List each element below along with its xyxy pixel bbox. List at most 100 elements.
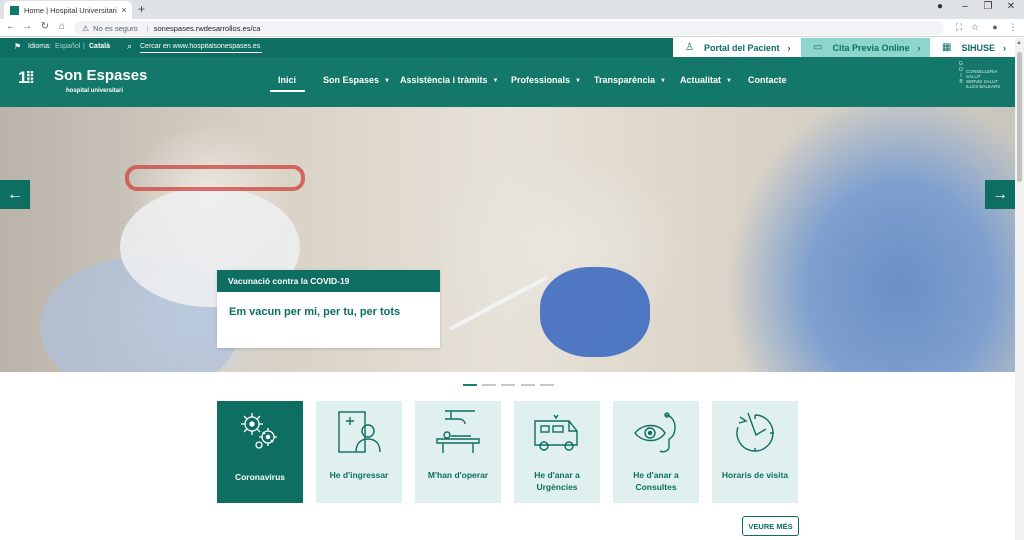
- son-espases-logo[interactable]: 1⁞⁞ Son Espases hospital universitari: [18, 66, 147, 98]
- cita-previa-link[interactable]: ▭ Cita Previa Online ›: [801, 38, 930, 57]
- language-spanish-link[interactable]: Español: [55, 43, 80, 50]
- warning-icon[interactable]: ⚠: [82, 24, 89, 33]
- bookmark-star-icon[interactable]: ☆: [968, 22, 982, 33]
- carousel-indicator[interactable]: [501, 384, 515, 386]
- url-text[interactable]: sonespases.rwdesarrollos.es/ca: [154, 24, 261, 33]
- carousel-prev-button[interactable]: ←: [0, 180, 30, 209]
- nav-inici[interactable]: Inici: [278, 75, 296, 85]
- scroll-up-icon[interactable]: ▲: [1016, 40, 1022, 46]
- separator: |: [146, 23, 149, 33]
- hero-photo-shape: [540, 267, 650, 357]
- language-catalan-link[interactable]: Català: [89, 43, 110, 50]
- tile-ingressar[interactable]: He d'ingressar: [316, 401, 402, 503]
- caret-down-icon: ▼: [660, 78, 666, 84]
- minimize-icon[interactable]: –: [955, 1, 975, 12]
- veure-mes-button[interactable]: VEURE MÉS: [742, 516, 799, 536]
- hero-carousel: [0, 107, 1015, 372]
- hero-caption-card[interactable]: Vacunació contra la COVID-19 Em vacun pe…: [217, 270, 440, 348]
- chevron-right-icon: ›: [1002, 42, 1006, 53]
- carousel-indicator[interactable]: [482, 384, 496, 386]
- search-icon[interactable]: ⌕: [127, 41, 132, 52]
- nav-label: Son Espases: [323, 75, 380, 85]
- nav-actualitat[interactable]: Actualitat ▼: [680, 75, 732, 85]
- caret-down-icon: ▼: [384, 78, 390, 84]
- nav-son-espases[interactable]: Son Espases ▼: [323, 75, 390, 85]
- nav-label: Professionals: [511, 75, 571, 85]
- govern-illes-balears-logo[interactable]: G O I B CONSELLERIA SALUT SERVEI SALUT I…: [958, 61, 1008, 103]
- tile-operar[interactable]: M'han d'operar: [415, 401, 501, 503]
- nav-label: Transparència: [594, 75, 656, 85]
- language-divider: |: [83, 43, 85, 50]
- cita-previa-label: Cita Previa Online: [832, 42, 910, 53]
- tile-urgencies[interactable]: He d'anar a Urgències: [514, 401, 600, 503]
- browser-tab[interactable]: Home | Hospital Universitari Son Espases…: [4, 1, 132, 19]
- maximize-icon[interactable]: ❐: [978, 1, 998, 12]
- nav-contacte[interactable]: Contacte: [748, 75, 787, 85]
- portal-pacient-label: Portal del Pacient: [703, 42, 780, 53]
- carousel-indicator[interactable]: [540, 384, 554, 386]
- nav-transparencia[interactable]: Transparència ▼: [594, 75, 666, 85]
- page-scrollbar[interactable]: ▲: [1015, 38, 1024, 540]
- sihuse-link[interactable]: ▦ SIHUSE ›: [930, 38, 1015, 57]
- caret-down-icon: ▼: [575, 78, 581, 84]
- account-icon[interactable]: ●: [988, 22, 1002, 32]
- favicon-icon: [10, 5, 19, 15]
- caption-text: Em vacun per mi, per tu, per tots: [229, 306, 401, 318]
- clock-icon: [736, 412, 774, 452]
- logo-mark-icon: 1⁞⁞: [18, 68, 35, 87]
- nav-label: Actualitat: [680, 75, 722, 85]
- hospital-bed-icon: [338, 411, 381, 453]
- close-tab-icon[interactable]: ×: [119, 5, 129, 15]
- carousel-next-button[interactable]: →: [985, 180, 1015, 209]
- chevron-right-icon: ›: [917, 42, 921, 53]
- tile-coronavirus[interactable]: Coronavirus: [217, 401, 303, 503]
- tile-label: M'han d'operar: [427, 470, 489, 480]
- goib-line: ILLES BALEARS: [966, 84, 1001, 89]
- carousel-indicator[interactable]: [521, 384, 535, 386]
- main-header: 1⁞⁞ Son Espases hospital universitari In…: [0, 57, 1015, 107]
- translate-icon[interactable]: ⛶: [952, 22, 966, 33]
- tile-label: He d'ingressar: [329, 470, 389, 480]
- caption-title: Vacunació contra la COVID-19: [217, 270, 440, 292]
- menu-dots-icon[interactable]: ⋮: [1006, 22, 1020, 33]
- tile-label: Coronavirus: [234, 472, 286, 482]
- close-window-icon[interactable]: ✕: [1001, 1, 1021, 12]
- hero-photo-shape: [449, 275, 549, 331]
- new-tab-button[interactable]: +: [138, 2, 145, 16]
- browser-tab-bar: Home | Hospital Universitari Son Espases…: [0, 0, 1024, 19]
- arrow-left-icon: ←: [7, 185, 23, 203]
- tile-consultes[interactable]: He d'anar a Consultes: [613, 401, 699, 503]
- logo-subtitle: hospital universitari: [66, 88, 124, 94]
- chevron-right-icon: ›: [787, 42, 791, 53]
- forward-icon[interactable]: →: [20, 21, 34, 32]
- monitor-icon: ▦: [942, 42, 952, 53]
- tile-horaris[interactable]: Horaris de visita: [712, 401, 798, 503]
- reload-icon[interactable]: ↻: [38, 21, 52, 32]
- carousel-indicator[interactable]: [463, 384, 477, 386]
- hero-photo-shape: [125, 165, 305, 191]
- stethoscope-eye-icon: [634, 412, 676, 453]
- nav-professionals[interactable]: Professionals ▼: [511, 75, 581, 85]
- scrollbar-thumb[interactable]: [1017, 52, 1022, 182]
- nav-assistencia[interactable]: Assistència i tràmits ▼: [400, 75, 499, 85]
- caret-down-icon: ▼: [726, 78, 732, 84]
- tab-title: Home | Hospital Universitari Son Espases: [24, 5, 119, 15]
- security-status[interactable]: No es seguro: [93, 24, 138, 33]
- address-bar[interactable]: ⚠ No es seguro | sonespases.rwdesarrollo…: [74, 21, 944, 35]
- profile-circle-icon[interactable]: ●: [930, 1, 950, 12]
- search-input[interactable]: [140, 41, 262, 53]
- virus-icon: [241, 413, 277, 449]
- nav-label: Inici: [278, 75, 297, 85]
- caret-down-icon: ▼: [492, 78, 499, 84]
- nav-label: Assistència i tràmits: [400, 75, 488, 85]
- tile-label: He d'anar a Consultes: [633, 470, 679, 492]
- back-icon[interactable]: ←: [4, 21, 18, 32]
- browser-toolbar: ← → ↻ ⌂ ⚠ No es seguro | sonespases.rwde…: [0, 19, 1024, 37]
- portal-pacient-link[interactable]: ♙ Portal del Pacient ›: [673, 38, 801, 57]
- language-label: Idioma:: [28, 43, 51, 50]
- sihuse-label: SIHUSE: [961, 42, 995, 53]
- computer-icon: ▭: [813, 42, 823, 53]
- home-icon[interactable]: ⌂: [55, 21, 69, 32]
- tile-label: Horaris de visita: [721, 470, 789, 480]
- flag-icon: ⚑: [14, 42, 22, 51]
